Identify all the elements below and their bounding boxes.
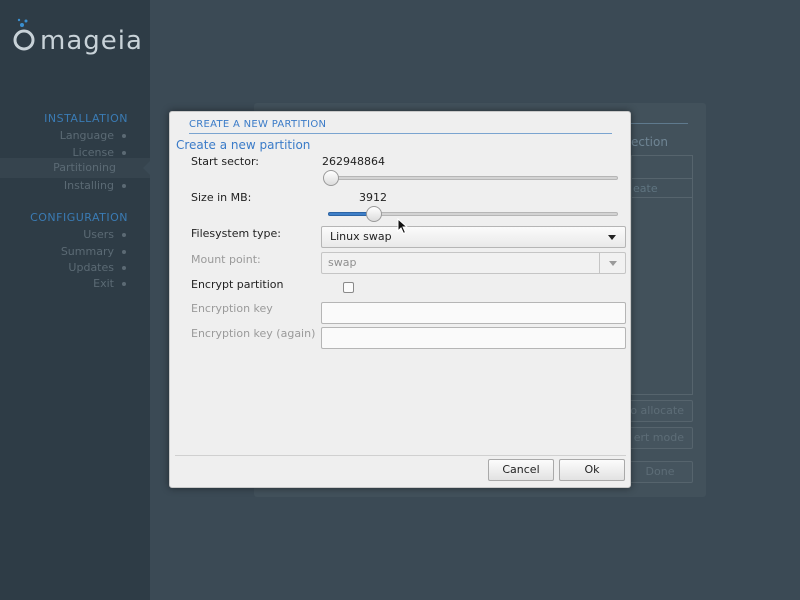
start-sector-slider[interactable] [323,170,618,186]
chevron-down-icon [608,235,616,240]
mount-point-label: Mount point: [191,253,261,266]
start-sector-label: Start sector: [191,155,259,168]
start-sector-value: 262948864 [322,155,385,168]
panel-heading-partial: ection [631,135,668,149]
dialog-title-rule [189,133,612,134]
mouse-pointer-icon [397,218,409,235]
mount-point-combo[interactable]: swap [321,252,626,274]
encrypt-partition-label: Encrypt partition [191,278,284,291]
chevron-down-icon [609,261,617,266]
mount-point-value: swap [328,256,357,269]
slider-handle[interactable] [323,170,339,186]
encryption-key-label: Encryption key [191,302,273,315]
encryption-key-again-label: Encryption key (again) [191,327,316,340]
ok-button[interactable]: Ok [559,459,625,481]
dialog-button-separator [175,455,626,456]
filesystem-selected: Linux swap [330,230,392,243]
cancel-button[interactable]: Cancel [488,459,554,481]
encrypt-partition-checkbox[interactable] [343,282,354,293]
sidebar-item-language: Language [60,129,126,142]
sidebar-item-summary: Summary [61,245,126,258]
brand-logo-text: mageia [40,26,143,56]
filesystem-label: Filesystem type: [191,227,281,240]
installer-sidebar: mageia INSTALLATION Language License Par… [0,0,150,600]
done-button[interactable]: Done [627,461,693,483]
size-slider[interactable] [328,206,618,222]
dialog-title: CREATE A NEW PARTITION [189,119,327,130]
size-label: Size in MB: [191,191,252,204]
sidebar-section-installation: INSTALLATION [44,112,128,125]
mount-point-dropdown-button[interactable] [599,253,625,273]
encryption-key-input[interactable] [321,302,626,324]
size-value: 3912 [359,191,387,204]
sidebar-item-updates: Updates [68,261,126,274]
sidebar-section-configuration: CONFIGURATION [30,211,128,224]
dialog-subtitle: Create a new partition [176,138,311,152]
create-partition-dialog: CREATE A NEW PARTITION Create a new part… [169,111,631,488]
encryption-key-again-input[interactable] [321,327,626,349]
sidebar-item-installing: Installing [64,179,126,192]
sidebar-item-users: Users [83,228,126,241]
sidebar-item-partitioning: Partitioning [0,158,150,178]
filesystem-type-select[interactable]: Linux swap [321,226,626,248]
slider-track [323,176,618,180]
partition-column-partial: eate [633,182,658,195]
sidebar-item-exit: Exit [93,277,126,290]
auto-allocate-button[interactable]: o allocate [627,400,693,422]
expert-mode-button[interactable]: ert mode [627,427,693,449]
panel-heading-rule [630,123,688,124]
slider-handle[interactable] [366,206,382,222]
